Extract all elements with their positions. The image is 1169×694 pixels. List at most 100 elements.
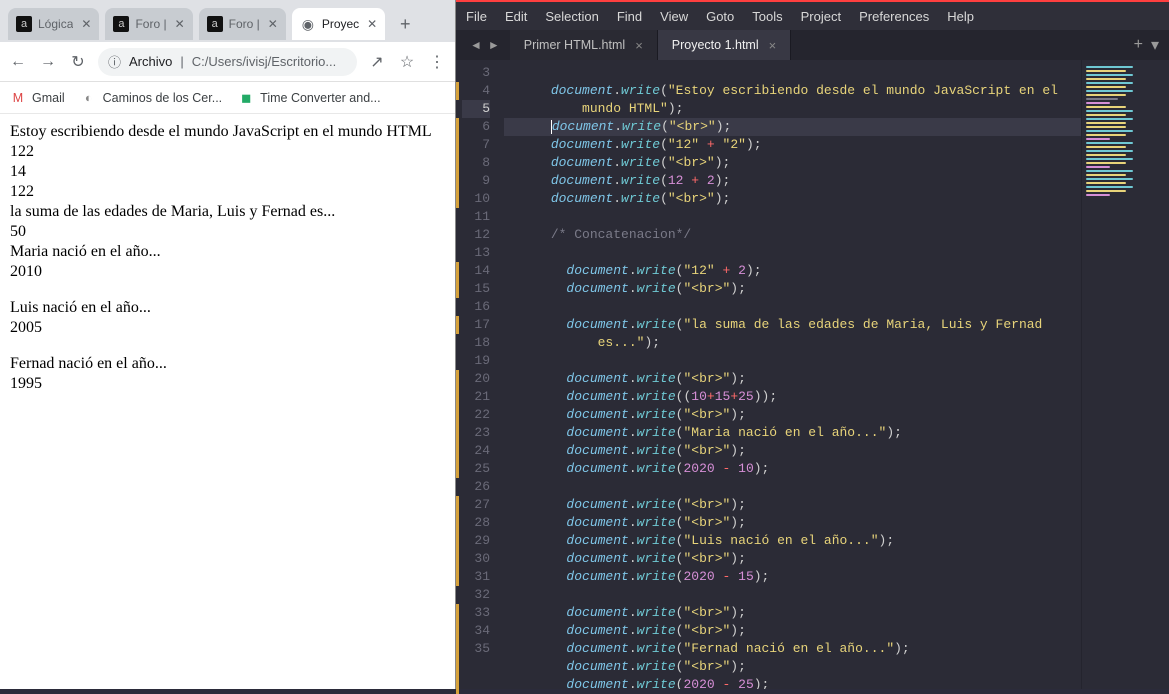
line-number[interactable]: 31 [462,568,490,586]
menu-help[interactable]: Help [947,9,974,24]
browser-tab[interactable]: aLógica✕ [8,8,99,40]
code-line[interactable]: document.write("<br>"); [504,370,1081,388]
code-line[interactable]: document.write("<br>"); [504,550,1081,568]
code-line[interactable]: document.write(12 + 2); [504,172,1081,190]
line-number[interactable]: 15 [462,280,490,298]
menu-project[interactable]: Project [801,9,841,24]
line-number[interactable]: 18 [462,334,490,352]
address-bar[interactable]: ⓘ Archivo | C:/Users/ivisj/Escritorio... [98,48,357,76]
line-number[interactable]: 16 [462,298,490,316]
minimap[interactable] [1081,60,1169,689]
line-number[interactable]: 33 [462,604,490,622]
line-number[interactable]: 4 [462,82,490,100]
line-number[interactable]: 9 [462,172,490,190]
code-line[interactable]: document.write(2020 - 25); [504,676,1081,689]
code-line[interactable]: document.write("12" + 2); [504,262,1081,280]
line-number[interactable]: 10 [462,190,490,208]
bookmark-item[interactable]: ◐Caminos de los Cer... [81,90,223,106]
bookmark-star-icon[interactable]: ☆ [397,52,417,72]
line-number[interactable]: 32 [462,586,490,604]
line-number[interactable]: 19 [462,352,490,370]
close-icon[interactable]: ✕ [175,17,185,31]
code-line[interactable]: document.write(2020 - 15); [504,568,1081,586]
code-line[interactable]: document.write("<br>"); [504,442,1081,460]
code-line[interactable]: document.write("Fernad nació en el año..… [504,640,1081,658]
code-line[interactable]: es..."); [504,334,1081,352]
menu-view[interactable]: View [660,9,688,24]
code-line[interactable] [504,244,1081,262]
close-icon[interactable]: ✕ [81,17,91,31]
code-line[interactable]: mundo HTML"); [504,100,1081,118]
code-line[interactable]: document.write("<br>"); [504,280,1081,298]
code-line[interactable]: document.write("<br>"); [504,514,1081,532]
browser-tab[interactable]: ◉Proyec✕ [292,8,385,40]
line-number[interactable]: 11 [462,208,490,226]
line-number[interactable]: 5 [462,100,490,118]
code-line[interactable]: document.write("<br>"); [504,154,1081,172]
close-icon[interactable]: ✕ [268,17,278,31]
line-number[interactable]: 13 [462,244,490,262]
line-number[interactable]: 35 [462,640,490,658]
code-line[interactable]: document.write("<br>"); [504,622,1081,640]
code-line[interactable]: document.write("<br>"); [504,118,1081,136]
code-line[interactable] [504,586,1081,604]
reload-button[interactable]: ↻ [68,52,88,72]
line-number[interactable]: 30 [462,550,490,568]
line-number[interactable]: 6 [462,118,490,136]
menu-find[interactable]: Find [617,9,642,24]
code-line[interactable]: document.write("Luis nació en el año..."… [504,532,1081,550]
code-line[interactable]: document.write("<br>"); [504,658,1081,676]
code-line[interactable]: document.write("Maria nació en el año...… [504,424,1081,442]
line-number[interactable]: 24 [462,442,490,460]
line-number[interactable]: 28 [462,514,490,532]
line-number[interactable]: 7 [462,136,490,154]
code-line[interactable]: document.write("<br>"); [504,406,1081,424]
code-line[interactable]: document.write("<br>"); [504,190,1081,208]
line-number[interactable]: 20 [462,370,490,388]
editor-tab[interactable]: Proyecto 1.html× [658,30,791,60]
code-line[interactable]: document.write("la suma de las edades de… [504,316,1081,334]
line-number[interactable]: 27 [462,496,490,514]
editor-tab[interactable]: Primer HTML.html× [510,30,658,60]
menu-edit[interactable]: Edit [505,9,527,24]
line-number[interactable]: 21 [462,388,490,406]
code-line[interactable]: document.write((10+15+25)); [504,388,1081,406]
close-icon[interactable]: × [769,38,777,53]
code-line[interactable] [504,64,1081,82]
line-number[interactable]: 8 [462,154,490,172]
new-tab-button[interactable]: + [391,10,419,38]
menu-goto[interactable]: Goto [706,9,734,24]
code-area[interactable]: document.write("Estoy escribiendo desde … [498,60,1081,689]
tab-nav-prev-icon[interactable]: ◄ [470,38,482,52]
menu-icon[interactable]: ⋮ [427,52,447,72]
line-number[interactable]: 34 [462,622,490,640]
code-line[interactable]: /* Concatenacion*/ [504,226,1081,244]
line-number[interactable]: 3 [462,64,490,82]
menu-file[interactable]: File [466,9,487,24]
code-line[interactable]: document.write("<br>"); [504,496,1081,514]
line-number[interactable]: 14 [462,262,490,280]
code-line[interactable] [504,352,1081,370]
line-number[interactable]: 25 [462,460,490,478]
bookmark-item[interactable]: ◼Time Converter and... [238,90,380,106]
tab-dropdown-icon[interactable]: ▾ [1151,35,1159,55]
menu-selection[interactable]: Selection [545,9,598,24]
line-number[interactable]: 26 [462,478,490,496]
new-tab-icon[interactable]: + [1134,36,1143,54]
line-number[interactable]: 23 [462,424,490,442]
code-line[interactable]: document.write(2020 - 10); [504,460,1081,478]
code-line[interactable]: document.write("12" + "2"); [504,136,1081,154]
line-gutter[interactable]: 3456789101112131415161718192021222324252… [462,60,498,689]
code-line[interactable] [504,208,1081,226]
tab-nav-next-icon[interactable]: ► [488,38,500,52]
back-button[interactable]: ← [8,53,28,71]
menu-preferences[interactable]: Preferences [859,9,929,24]
forward-button[interactable]: → [38,53,58,71]
bookmark-item[interactable]: MGmail [10,90,65,106]
menu-tools[interactable]: Tools [752,9,782,24]
share-icon[interactable]: ↗ [367,52,387,72]
close-icon[interactable]: ✕ [367,17,377,31]
close-icon[interactable]: × [635,38,643,53]
browser-tab[interactable]: aForo |✕ [199,8,286,40]
code-line[interactable] [504,478,1081,496]
